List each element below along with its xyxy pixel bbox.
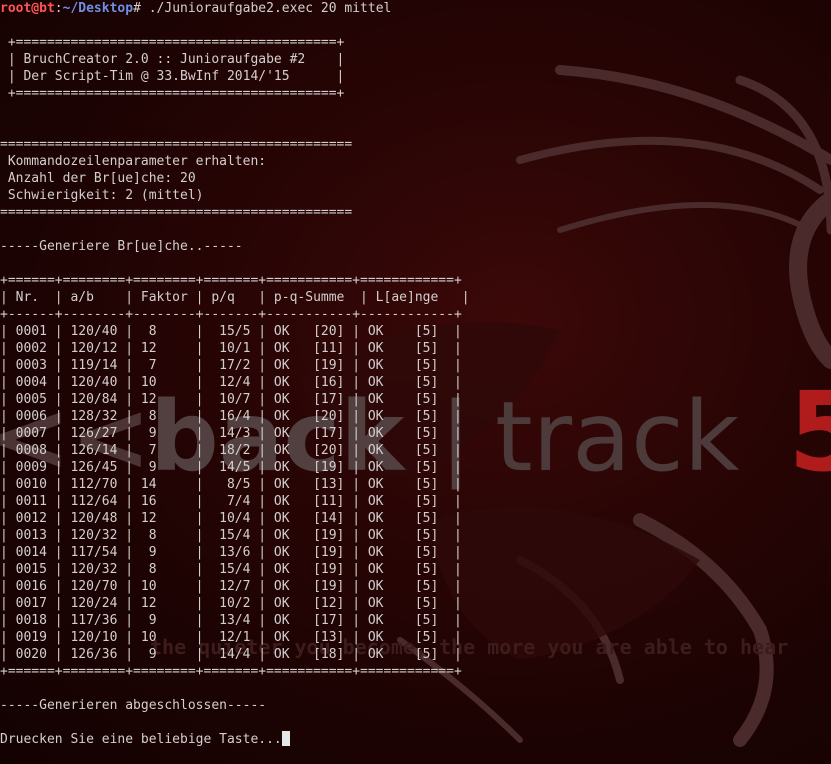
terminal-output[interactable]: root@bt:~/Desktop# ./Junioraufgabe2.exec… <box>0 0 470 748</box>
prompt-separator: : <box>54 1 63 16</box>
table-row: | 0009 | 126/45 | 9 | 14/5 | OK [19] | O… <box>0 460 462 475</box>
press-key-line: Druecken Sie eine beliebige Taste... <box>0 731 470 748</box>
table-row: | 0008 | 126/14 | 7 | 18/2 | OK [20] | O… <box>0 443 462 458</box>
banner-border: +=======================================… <box>0 86 345 101</box>
table-row: | 0020 | 126/36 | 9 | 14/4 | OK [18] | O… <box>0 647 462 662</box>
table-row: | 0005 | 120/84 | 12 | 10/7 | OK [17] | … <box>0 392 462 407</box>
text-cursor <box>281 731 290 746</box>
table-row: | 0001 | 120/40 | 8 | 15/5 | OK [20] | O… <box>0 324 462 339</box>
prompt-command: ./Junioraufgabe2.exec 20 mittel <box>148 1 392 16</box>
params-rule: ========================================… <box>0 137 353 152</box>
banner-border: +=======================================… <box>0 35 345 50</box>
params-count: Anzahl der Br[ue]che: 20 <box>0 171 196 186</box>
table-row: | 0019 | 120/10 | 10 | 12/1 | OK [13] | … <box>0 630 462 645</box>
table-rule-mid: +------+--------+--------+-------+------… <box>0 307 462 322</box>
banner-title: | BruchCreator 2.0 :: Junioraufgabe #2 | <box>0 52 345 67</box>
table-row: | 0002 | 120/12 | 12 | 10/1 | OK [11] | … <box>0 341 462 356</box>
command-prompt: root@bt:~/Desktop# ./Junioraufgabe2.exec… <box>0 0 470 17</box>
logo-version: 5 <box>788 368 831 496</box>
logo-track: track <box>495 381 740 493</box>
table-row: | 0018 | 117/36 | 9 | 13/4 | OK [17] | O… <box>0 613 462 628</box>
params-title: Kommandozeilenparameter erhalten: <box>0 154 267 169</box>
table-row: | 0011 | 112/64 | 16 | 7/4 | OK [11] | O… <box>0 494 462 509</box>
table-row: | 0014 | 117/54 | 9 | 13/6 | OK [19] | O… <box>0 545 462 560</box>
status-generating: -----Generiere Br[ue]che..----- <box>0 239 243 254</box>
params-difficulty: Schwierigkeit: 2 (mittel) <box>0 188 204 203</box>
prompt-user-host: root@bt <box>0 1 55 16</box>
table-row: | 0012 | 120/48 | 12 | 10/4 | OK [14] | … <box>0 511 462 526</box>
table-rule-top: +======+========+========+=======+======… <box>0 273 462 288</box>
table-row: | 0015 | 120/32 | 8 | 15/4 | OK [19] | O… <box>0 562 462 577</box>
prompt-path: ~/Desktop <box>62 1 134 16</box>
table-row: | 0006 | 128/32 | 8 | 16/4 | OK [20] | O… <box>0 409 462 424</box>
status-done: -----Generieren abgeschlossen----- <box>0 698 267 713</box>
table-row: | 0016 | 120/70 | 10 | 12/7 | OK [19] | … <box>0 579 462 594</box>
table-rule-bottom: +======+========+========+=======+======… <box>0 664 462 679</box>
table-header: | Nr. | a/b | Faktor | p/q | p-q-Summe |… <box>0 290 470 305</box>
params-rule: ========================================… <box>0 205 353 220</box>
table-row: | 0010 | 112/70 | 14 | 8/5 | OK [13] | O… <box>0 477 462 492</box>
table-row: | 0017 | 120/24 | 12 | 10/2 | OK [12] | … <box>0 596 462 611</box>
table-row: | 0007 | 126/27 | 9 | 14/3 | OK [17] | O… <box>0 426 462 441</box>
banner-subtitle: | Der Script-Tim @ 33.BwInf 2014/'15 | <box>0 69 345 84</box>
table-row: | 0013 | 120/32 | 8 | 15/4 | OK [19] | O… <box>0 528 462 543</box>
table-row: | 0003 | 119/14 | 7 | 17/2 | OK [19] | O… <box>0 358 462 373</box>
prompt-symbol: # <box>133 1 149 16</box>
press-key-prompt: Druecken Sie eine beliebige Taste... <box>0 732 282 747</box>
table-row: | 0004 | 120/40 | 10 | 12/4 | OK [16] | … <box>0 375 462 390</box>
